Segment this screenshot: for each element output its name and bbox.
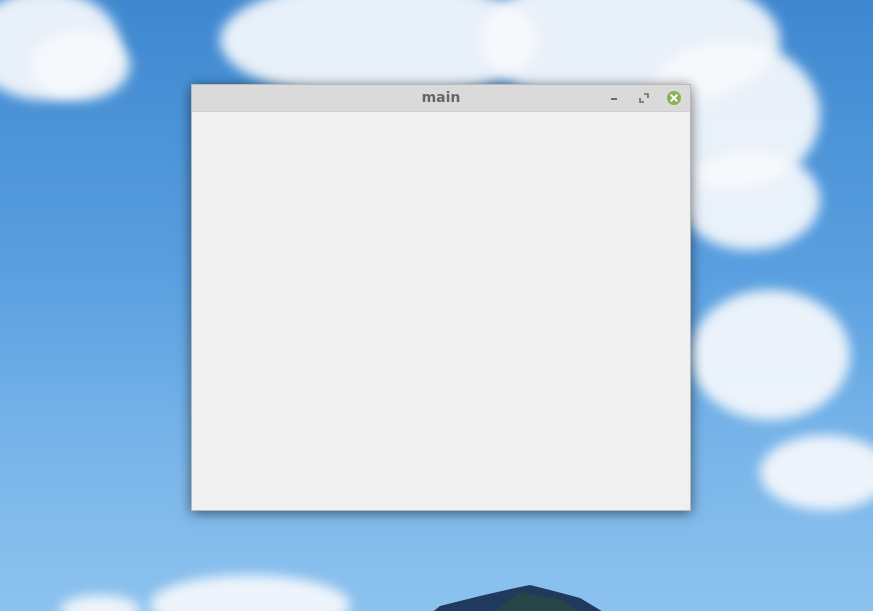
minimize-button[interactable] xyxy=(606,90,622,106)
cloud xyxy=(150,575,350,611)
close-button[interactable] xyxy=(666,90,682,106)
cloud xyxy=(690,290,850,420)
cloud xyxy=(30,30,130,100)
cloud xyxy=(680,150,820,250)
minimize-icon xyxy=(611,98,617,100)
cloud xyxy=(760,435,873,510)
desktop-wallpaper: main xyxy=(0,0,873,611)
maximize-icon xyxy=(639,93,649,103)
mountain-silhouette xyxy=(433,585,602,611)
window-titlebar[interactable]: main xyxy=(192,85,690,112)
maximize-button[interactable] xyxy=(636,90,652,106)
application-window: main xyxy=(191,84,691,511)
window-client-area xyxy=(192,112,690,510)
close-icon xyxy=(667,91,681,105)
cloud xyxy=(60,595,140,611)
